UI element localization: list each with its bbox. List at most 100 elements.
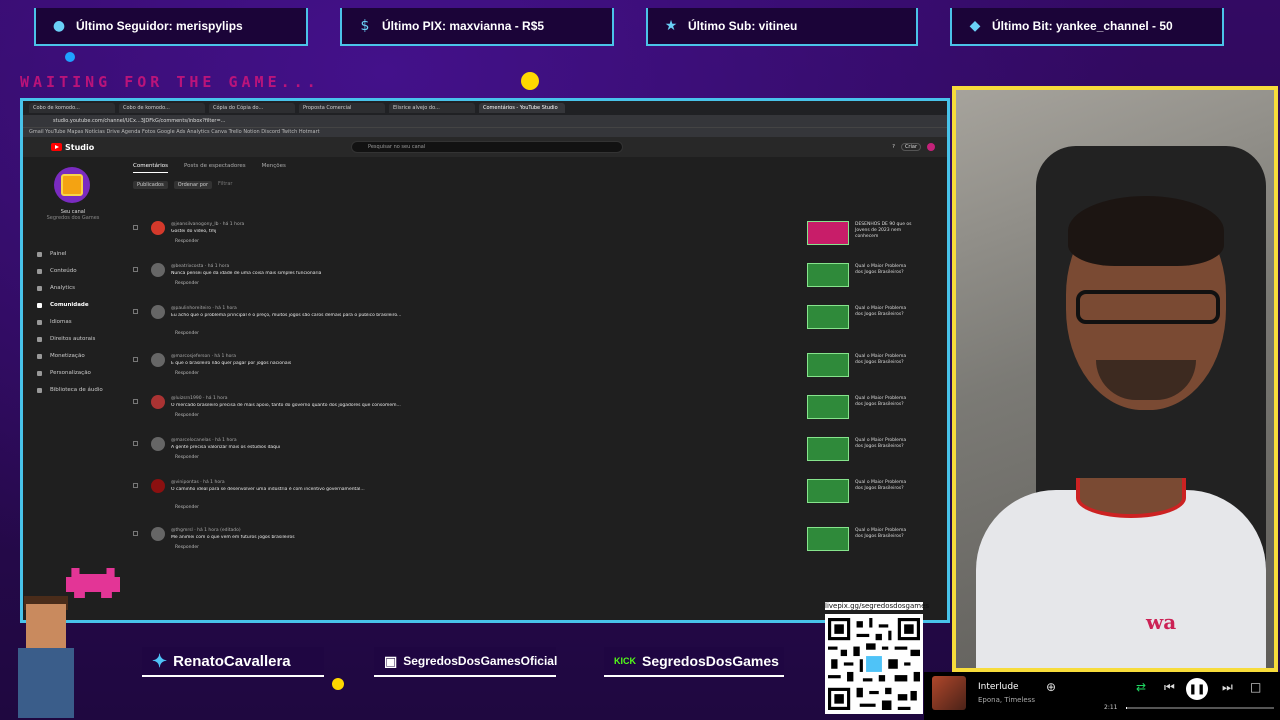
- avatar[interactable]: [151, 221, 165, 235]
- previous-icon[interactable]: ⏮: [1164, 680, 1175, 695]
- sidebar-item-comunidade[interactable]: Comunidade: [37, 302, 89, 308]
- video-title[interactable]: Qual o Maior Problema dos Jogos Brasilei…: [855, 528, 915, 540]
- sidebar-item-direitos[interactable]: Direitos autorais: [37, 336, 95, 342]
- row-checkbox[interactable]: [133, 483, 138, 488]
- reply-button[interactable]: Responder: [175, 331, 199, 336]
- browser-tab-active[interactable]: Comentários - YouTube Studio: [479, 103, 565, 113]
- comment-author[interactable]: @marcosjeferson · há 1 hora: [171, 354, 236, 359]
- row-checkbox[interactable]: [133, 225, 138, 230]
- comment-author[interactable]: @jeansilvanogony_lb · há 1 hora: [171, 222, 244, 227]
- browser-tab[interactable]: Cobo de komodo...: [29, 103, 115, 113]
- browser-tab[interactable]: Elisrice alvejo do...: [389, 103, 475, 113]
- tab-comentarios[interactable]: Comentários: [133, 163, 168, 173]
- help-icon[interactable]: ?: [892, 144, 895, 150]
- video-title[interactable]: Qual o Maior Problema dos Jogos Brasilei…: [855, 396, 915, 408]
- video-title[interactable]: Qual o Maior Problema dos Jogos Brasilei…: [855, 438, 915, 450]
- lyrics-icon[interactable]: □: [1250, 680, 1261, 694]
- sidebar-item-idiomas[interactable]: Idiomas: [37, 319, 72, 325]
- reply-button[interactable]: Responder: [175, 505, 199, 510]
- pixel-character-icon: [6, 590, 86, 720]
- browser-tab[interactable]: Cobo de komodo...: [119, 103, 205, 113]
- reply-button[interactable]: Responder: [175, 545, 199, 550]
- twitter-icon: ✦: [152, 650, 168, 671]
- row-checkbox[interactable]: [133, 531, 138, 536]
- avatar[interactable]: [151, 263, 165, 277]
- reply-button[interactable]: Responder: [175, 455, 199, 460]
- row-checkbox[interactable]: [133, 399, 138, 404]
- avatar[interactable]: [151, 527, 165, 541]
- search-input[interactable]: Pesquisar no seu canal: [351, 141, 623, 153]
- reply-button[interactable]: Responder: [175, 281, 199, 286]
- row-checkbox[interactable]: [133, 441, 138, 446]
- avatar[interactable]: [151, 395, 165, 409]
- video-thumbnail[interactable]: [807, 527, 849, 551]
- filter-input[interactable]: Filtrar: [218, 181, 232, 189]
- studio-logo[interactable]: Studio: [51, 143, 94, 152]
- comment-author[interactable]: @paulinhoreiteiro · há 1 hora: [171, 306, 237, 311]
- video-thumbnail[interactable]: [807, 221, 849, 245]
- browser-tab[interactable]: Proposta Comercial: [299, 103, 385, 113]
- instagram-icon: ▣: [384, 652, 398, 669]
- row-checkbox[interactable]: [133, 267, 138, 272]
- avatar[interactable]: [927, 143, 935, 151]
- browser-tab[interactable]: Cópia do Cópia do...: [209, 103, 295, 113]
- qr-code-icon: [825, 614, 923, 714]
- sidebar-item-conteudo[interactable]: Conteúdo: [37, 268, 77, 274]
- sidebar-item-analytics[interactable]: Analytics: [37, 285, 75, 291]
- video-thumbnail[interactable]: [807, 305, 849, 329]
- filter-published[interactable]: Publicados: [133, 181, 168, 189]
- next-icon[interactable]: ⏭: [1222, 680, 1233, 695]
- progress-bar[interactable]: [1126, 707, 1274, 709]
- shuffle-icon[interactable]: ⇄: [1136, 680, 1146, 694]
- reply-button[interactable]: Responder: [175, 371, 199, 376]
- address-bar[interactable]: studio.youtube.com/channel/UCx...3JDFkG/…: [23, 115, 947, 127]
- pause-button[interactable]: ❚❚: [1186, 678, 1208, 700]
- last-bit-text: Último Bit: yankee_channel - 50: [992, 19, 1173, 33]
- row-checkbox[interactable]: [133, 357, 138, 362]
- row-checkbox[interactable]: [133, 309, 138, 314]
- avatar[interactable]: [151, 437, 165, 451]
- studio-sidebar: Seu canal Segredos dos Games Painel Cont…: [23, 157, 115, 620]
- tab-mencoes[interactable]: Menções: [262, 163, 286, 173]
- album-cover[interactable]: [932, 676, 966, 710]
- sidebar-item-painel[interactable]: Painel: [37, 251, 66, 257]
- comment-author[interactable]: @luizsrn1990 · há 1 hora: [171, 396, 227, 401]
- avatar[interactable]: [151, 479, 165, 493]
- sidebar-item-monetizacao[interactable]: Monetização: [37, 353, 85, 359]
- video-thumbnail[interactable]: [807, 353, 849, 377]
- comment-author[interactable]: @marcelocanelas · há 1 hora: [171, 438, 237, 443]
- user-icon: ●: [52, 18, 66, 34]
- video-thumbnail[interactable]: [807, 479, 849, 503]
- song-title[interactable]: Interlude: [978, 682, 1019, 692]
- video-title[interactable]: Qual o Maior Problema dos Jogos Brasilei…: [855, 264, 915, 276]
- video-thumbnail[interactable]: [807, 395, 849, 419]
- create-button[interactable]: Criar: [900, 143, 921, 151]
- add-icon[interactable]: ⊕: [1046, 680, 1056, 694]
- channel-avatar[interactable]: [54, 167, 90, 203]
- browser-tab-strip: Cobo de komodo... Cobo de komodo... Cópi…: [23, 101, 947, 115]
- tab-posts[interactable]: Posts de espectadores: [184, 163, 246, 173]
- video-title[interactable]: Qual o Maior Problema dos Jogos Brasilei…: [855, 306, 915, 318]
- comment-author[interactable]: @vinipontas · há 1 hora: [171, 480, 225, 485]
- song-artist[interactable]: Epona, Timeless: [978, 696, 1035, 704]
- video-thumbnail[interactable]: [807, 437, 849, 461]
- kick-icon: KICK: [614, 656, 636, 666]
- sort-by[interactable]: Ordenar por: [173, 181, 213, 189]
- avatar[interactable]: [151, 305, 165, 319]
- sidebar-item-personalizacao[interactable]: Personalização: [37, 370, 91, 376]
- avatar[interactable]: [151, 353, 165, 367]
- bookmarks-bar[interactable]: Gmail YouTube Mapas Notícias Drive Agend…: [23, 127, 947, 137]
- decor-dot: [332, 678, 344, 690]
- progress-fill: [1126, 707, 1128, 709]
- video-thumbnail[interactable]: [807, 263, 849, 287]
- comment-author[interactable]: @thgmrsl · há 1 hora (editado): [171, 528, 241, 533]
- reply-button[interactable]: Responder: [175, 239, 199, 244]
- url-text[interactable]: studio.youtube.com/channel/UCx...3JDFkG/…: [53, 118, 573, 124]
- video-title[interactable]: DESENHOS DE 90 que os Jovens de 2023 nem…: [855, 222, 915, 240]
- sidebar-item-audio[interactable]: Biblioteca de áudio: [37, 387, 103, 393]
- video-title[interactable]: Qual o Maior Problema dos Jogos Brasilei…: [855, 354, 915, 366]
- video-title[interactable]: Qual o Maior Problema dos Jogos Brasilei…: [855, 480, 915, 492]
- comment-author[interactable]: @beatrixcosta · há 1 hora: [171, 264, 229, 269]
- alerts-bar: ● Último Seguidor: merispylips $ Último …: [0, 0, 1280, 50]
- reply-button[interactable]: Responder: [175, 413, 199, 418]
